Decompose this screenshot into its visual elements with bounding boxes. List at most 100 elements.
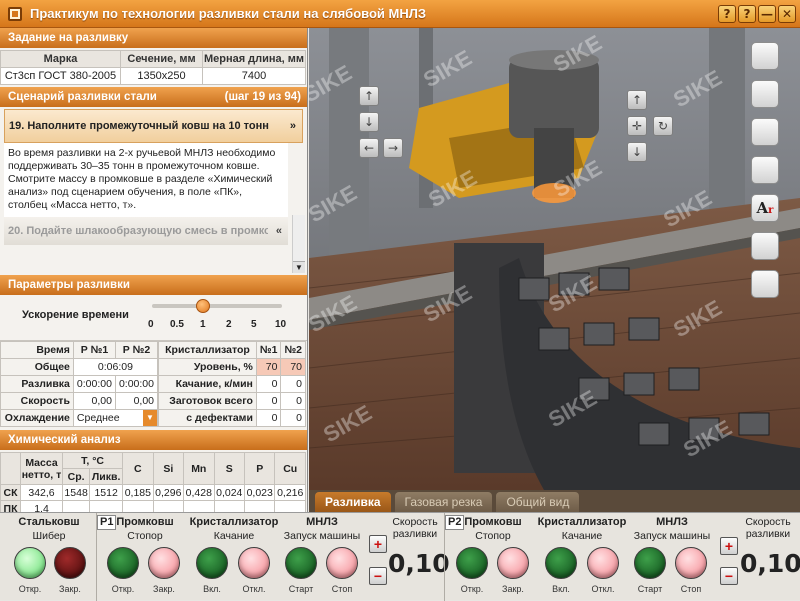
strand1-stopper-open[interactable] (107, 547, 139, 579)
dropdown-arrow-icon[interactable]: ▼ (143, 410, 157, 426)
chem-liq: 1512 (89, 484, 124, 501)
minimize-button[interactable]: — (758, 5, 776, 23)
argon-icon[interactable]: Ar (751, 194, 779, 222)
strand2-stop[interactable] (675, 547, 707, 579)
chem-header: Химический анализ (0, 430, 307, 450)
blanks-label: Заготовок всего (158, 392, 257, 410)
strand1-speed-value: 0,10 (388, 549, 450, 578)
strand1-swing-off[interactable] (238, 547, 270, 579)
move-up-icon[interactable]: ↑ (359, 86, 379, 106)
chem-mass: 342,6 (20, 484, 63, 501)
help-button[interactable]: ? (738, 5, 756, 23)
strand1-stopper-close[interactable] (148, 547, 180, 579)
strand1-stop[interactable] (326, 547, 358, 579)
blanks-1: 0 (255, 392, 282, 410)
view-tabs: Разливка Газовая резка Общий вид (309, 490, 800, 512)
chevron-left-icon[interactable]: « (276, 225, 282, 237)
strand2-stopper-open[interactable] (456, 547, 488, 579)
task-grade: Ст3сп ГОСТ 380-2005 (0, 67, 121, 85)
tick-10: 10 (275, 319, 287, 330)
scenario-step-info: (шаг 19 из 94) (224, 91, 301, 103)
move-down-icon[interactable]: ↓ (359, 112, 379, 132)
tab-gas-cutting[interactable]: Газовая резка (394, 492, 493, 512)
level-label: Уровень, % (158, 358, 257, 376)
task-col-grade: Марка (0, 50, 121, 68)
strand2-swing-on[interactable] (545, 547, 577, 579)
move-left-icon[interactable]: ← (359, 138, 379, 158)
chem-p: 0,023 (243, 484, 276, 501)
ladle-view-icon[interactable] (751, 42, 779, 70)
strand1-swing: Качание (213, 530, 255, 542)
strand1-swing-on[interactable] (196, 547, 228, 579)
task-table: Марка Сечение, мм Мерная длина, мм Ст3сп… (0, 50, 306, 85)
time-p1-header: Р №1 (72, 341, 116, 359)
tab-casting[interactable]: Разливка (315, 492, 391, 512)
scenario-scrollbar[interactable]: ▼ (292, 215, 305, 273)
rotate-down-icon[interactable]: ↓ (627, 142, 647, 162)
info-button[interactable]: ? (718, 5, 736, 23)
strand2-stopper-close[interactable] (497, 547, 529, 579)
strand2-speed-minus[interactable]: − (720, 567, 738, 585)
speed-label: Скорость (0, 392, 74, 410)
rotate-up-icon[interactable]: ↑ (627, 90, 647, 110)
strand2-swing-off[interactable] (587, 547, 619, 579)
viewport-3d[interactable]: SIKE SIKE SIKE SIKE SIKE SIKE SIKE SIKE … (309, 28, 800, 512)
strand1-stop-label: Стоп (331, 584, 353, 594)
scenario-title: Сценарий разливки стали (8, 91, 157, 103)
scenario-current-step[interactable]: 19. Наполните промежуточный ковш на 10 т… (4, 109, 303, 143)
chem-avg: 1548 (61, 484, 91, 501)
tundish-view-icon[interactable] (751, 80, 779, 108)
swing-label: Качание, к/мин (158, 375, 257, 393)
task-col-section: Сечение, мм (120, 50, 203, 68)
chem-cu-header: Cu (274, 452, 306, 485)
strand2-swing: Качание (561, 530, 603, 542)
defects-1: 0 (255, 409, 282, 427)
scenario-header: Сценарий разливки стали (шаг 19 из 94) (0, 87, 307, 107)
ladle-close-lamp[interactable] (54, 547, 86, 579)
accel-slider-thumb[interactable] (196, 299, 210, 313)
shovel-icon[interactable] (751, 232, 779, 260)
chevron-down-icon[interactable]: » (290, 120, 296, 132)
tab-overview[interactable]: Общий вид (496, 492, 580, 512)
strand1-mold: Кристаллизатор (189, 516, 279, 528)
strand2-start[interactable] (634, 547, 666, 579)
accel-slider[interactable] (152, 299, 282, 313)
tick-5: 5 (251, 319, 257, 330)
chem-c: 0,185 (122, 484, 154, 501)
pan-icon[interactable]: ✛ (627, 116, 647, 136)
sample-icon[interactable] (751, 270, 779, 298)
mold-view-icon[interactable] (751, 118, 779, 146)
tick-2: 2 (226, 319, 232, 330)
next-step-label: 20. Подайте шлакообразующую смесь в пром… (8, 225, 268, 237)
chem-row-sk: СК 342,6 1548 1512 0,185 0,296 0,428 0,0… (0, 484, 306, 501)
strand2-close-label: Закр. (502, 584, 524, 594)
level-1: 70 (255, 358, 282, 376)
strand1-speed-plus[interactable]: + (369, 535, 387, 553)
strand2-stop-label: Стоп (680, 584, 702, 594)
strand2-mnlz: МНЛЗ (656, 516, 688, 528)
strand1-start[interactable] (285, 547, 317, 579)
cooling-select[interactable]: Среднее ▼ (72, 409, 159, 427)
ladle-close-label: Закр. (59, 584, 81, 594)
tools-icon[interactable] (751, 156, 779, 184)
strand1-off-label: Откл. (242, 584, 266, 594)
close-button[interactable]: ✕ (778, 5, 796, 23)
level-2: 70 (280, 358, 306, 376)
task-length: 7400 (202, 67, 306, 85)
time-header: Время (0, 341, 74, 359)
move-right-icon[interactable]: → (383, 138, 403, 158)
scenario-next-step[interactable]: 20. Подайте шлакообразующую смесь в пром… (4, 217, 288, 245)
strand1-label: Р1 (97, 515, 117, 530)
control-panel: Стальковш Шибер Откр. Закр. Р1 Промковш … (0, 512, 800, 601)
strand2-speed-plus[interactable]: + (720, 537, 738, 555)
task-col-length: Мерная длина, мм (202, 50, 306, 68)
strand1-start-label: Старт (288, 584, 314, 594)
strand2-speed-label: Скорость разливки (745, 516, 791, 540)
scroll-down-icon[interactable]: ▼ (293, 261, 305, 273)
ladle-open-lamp[interactable] (14, 547, 46, 579)
title-bar: Практикум по технологии разливки стали н… (0, 0, 800, 28)
ladle-open-label: Откр. (18, 584, 42, 594)
strand1-speed-minus[interactable]: − (369, 567, 387, 585)
time-acceleration: Ускорение времени 0 0.5 1 2 5 10 (0, 295, 307, 341)
rotate-icon[interactable]: ↻ (653, 116, 673, 136)
